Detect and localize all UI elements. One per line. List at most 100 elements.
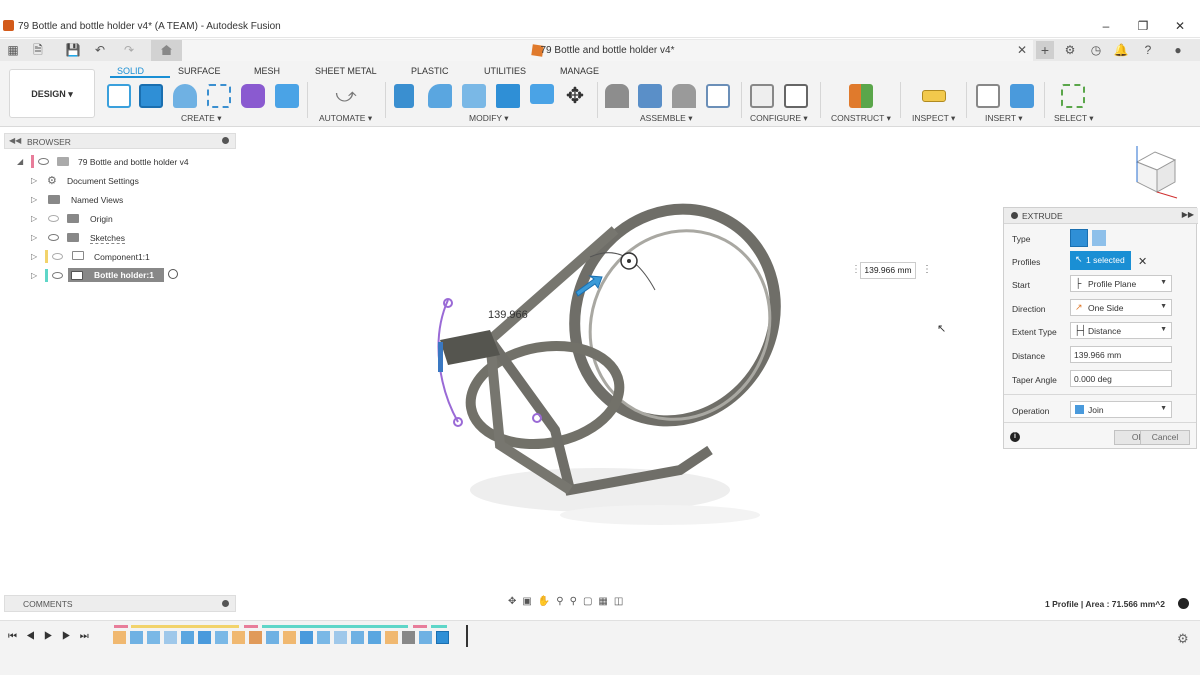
tab-surface[interactable]: SURFACE [178, 66, 221, 76]
tab-plastic[interactable]: PLASTIC [411, 66, 449, 76]
distance-input[interactable]: 139.966 mm [1070, 346, 1172, 363]
timeline-feature-icon[interactable] [215, 631, 228, 644]
expand-icon[interactable]: ▷ [31, 176, 37, 185]
zoom-window-icon[interactable]: ⚲ [570, 596, 583, 607]
grid-settings-icon[interactable]: ▦ [598, 596, 613, 607]
clear-selection-icon[interactable]: ✕ [1138, 255, 1147, 268]
timeline-feature-icon[interactable] [164, 631, 177, 644]
new-component-icon[interactable] [605, 84, 629, 108]
comments-panel[interactable]: COMMENTS [4, 595, 236, 612]
pan-icon[interactable]: ✋ [538, 596, 556, 607]
timeline-feature-icon[interactable] [283, 631, 296, 644]
tab-solid[interactable]: SOLID [117, 66, 144, 76]
assemble-group-label[interactable]: ASSEMBLE ▾ [640, 113, 692, 124]
save-icon[interactable]: 💾 [65, 42, 81, 58]
chamfer-icon[interactable] [462, 84, 486, 108]
step-back-icon[interactable]: ◀ [26, 631, 44, 642]
configure-group-label[interactable]: CONFIGURE ▾ [750, 113, 808, 124]
timeline-feature-icon[interactable] [419, 631, 432, 644]
extrude-dialog-header[interactable]: EXTRUDE ▶▶ [1004, 208, 1198, 224]
timeline-feature-icon[interactable] [368, 631, 381, 644]
maximize-icon[interactable]: ❐ [1133, 18, 1153, 34]
browser-item-component1[interactable]: Component1:1 [94, 252, 150, 262]
close-icon[interactable]: ✕ [1170, 18, 1190, 34]
timeline-feature-icon[interactable] [181, 631, 194, 644]
job-status-icon[interactable]: ◷ [1088, 42, 1104, 58]
play-icon[interactable]: ▶ [44, 631, 62, 642]
box-icon[interactable] [275, 84, 299, 108]
timeline-marker[interactable] [466, 625, 468, 647]
minimize-icon[interactable]: – [1096, 18, 1116, 34]
dialog-pin-icon[interactable] [1011, 212, 1018, 219]
inspect-group-label[interactable]: INSPECT ▾ [912, 113, 955, 124]
create-sketch-icon[interactable] [107, 84, 131, 108]
view-cube[interactable] [1125, 140, 1185, 202]
timeline-feature-icon[interactable] [198, 631, 211, 644]
dimension-more-icon[interactable]: ⋮ [922, 264, 932, 275]
browser-item-origin[interactable]: Origin [90, 214, 113, 224]
expand-icon[interactable]: ▷ [31, 252, 37, 261]
timeline-feature-icon[interactable] [351, 631, 364, 644]
tab-sheet-metal[interactable]: SHEET METAL [315, 66, 377, 76]
visibility-eye-icon[interactable] [48, 234, 59, 241]
collapse-browser-icon[interactable]: ◀◀ [9, 136, 21, 145]
step-forward-icon[interactable]: ▶ [62, 631, 80, 642]
help-icon[interactable]: ? [1140, 42, 1156, 58]
joint-origin-icon[interactable] [706, 84, 730, 108]
workspace-switcher[interactable]: DESIGN ▾ [9, 69, 95, 118]
browser-item-bottle-holder[interactable]: Bottle holder:1 [94, 270, 154, 280]
model-viewport[interactable]: 139.966 [380, 190, 840, 530]
joint-icon[interactable] [638, 84, 662, 108]
browser-root-label[interactable]: 79 Bottle and bottle holder v4 [78, 157, 189, 167]
status-toggle-icon[interactable] [1178, 598, 1189, 609]
timeline-feature-icon[interactable] [300, 631, 313, 644]
configuration-table-icon[interactable] [784, 84, 808, 108]
extrude-icon[interactable] [139, 84, 163, 108]
insert-group-label[interactable]: INSERT ▾ [985, 113, 1023, 124]
dimension-input[interactable]: 139.966 mm [860, 262, 916, 279]
direction-dropdown[interactable]: ↗ One Side ▼ [1070, 299, 1172, 316]
shell-icon[interactable] [496, 84, 520, 108]
create-form-icon[interactable] [241, 84, 265, 108]
browser-item-sketches[interactable]: Sketches [90, 233, 125, 244]
tab-mesh[interactable]: MESH [254, 66, 280, 76]
visibility-eye-icon[interactable] [48, 215, 59, 222]
browser-pin-icon[interactable] [222, 137, 229, 144]
timeline-settings-icon[interactable]: ⚙ [1177, 631, 1189, 647]
timeline-feature-icon[interactable] [317, 631, 330, 644]
automate-group-label[interactable]: AUTOMATE ▾ [319, 113, 372, 124]
viewports-icon[interactable]: ◫ [614, 596, 629, 607]
extent-type-dropdown[interactable]: ├┤ Distance ▼ [1070, 322, 1172, 339]
timeline-feature-icon[interactable] [113, 631, 126, 644]
document-tab[interactable]: 79 Bottle and bottle holder v4* ✕ [182, 40, 1033, 61]
timeline-feature-icon[interactable] [436, 631, 449, 644]
orbit-icon[interactable]: ✥ [508, 596, 522, 607]
press-pull-icon[interactable] [394, 84, 414, 108]
insert-derive-icon[interactable] [976, 84, 1000, 108]
timeline-feature-icon[interactable] [402, 631, 415, 644]
notifications-icon[interactable]: 🔔 [1113, 42, 1129, 58]
extensions-icon[interactable]: ⚙ [1062, 42, 1078, 58]
new-tab-icon[interactable]: + [1036, 41, 1054, 59]
app-grid-icon[interactable]: ▦ [5, 42, 21, 58]
timeline-feature-icon[interactable] [130, 631, 143, 644]
select-icon[interactable] [1061, 84, 1085, 108]
go-to-end-icon[interactable]: ⏭ [80, 631, 98, 642]
cancel-button[interactable]: Cancel [1140, 430, 1190, 445]
user-avatar-icon[interactable]: ● [1170, 42, 1186, 58]
operation-dropdown[interactable]: Join ▼ [1070, 401, 1172, 418]
as-built-joint-icon[interactable] [672, 84, 696, 108]
timeline-feature-icon[interactable] [249, 631, 262, 644]
visibility-eye-icon[interactable] [52, 253, 63, 260]
look-at-icon[interactable]: ▣ [522, 596, 537, 607]
expand-icon[interactable]: ▷ [31, 214, 37, 223]
move-icon[interactable]: ✥ [563, 84, 587, 108]
comments-pin-icon[interactable] [222, 600, 229, 607]
zoom-icon[interactable]: ⚲ [556, 596, 569, 607]
expand-icon[interactable]: ◢ [17, 157, 23, 166]
revolve-icon[interactable] [173, 84, 197, 108]
expand-icon[interactable]: ▷ [31, 271, 37, 280]
fillet-icon[interactable] [428, 84, 452, 108]
browser-header[interactable]: ◀◀ BROWSER [4, 133, 236, 149]
go-to-start-icon[interactable]: ⏮ [8, 631, 26, 642]
